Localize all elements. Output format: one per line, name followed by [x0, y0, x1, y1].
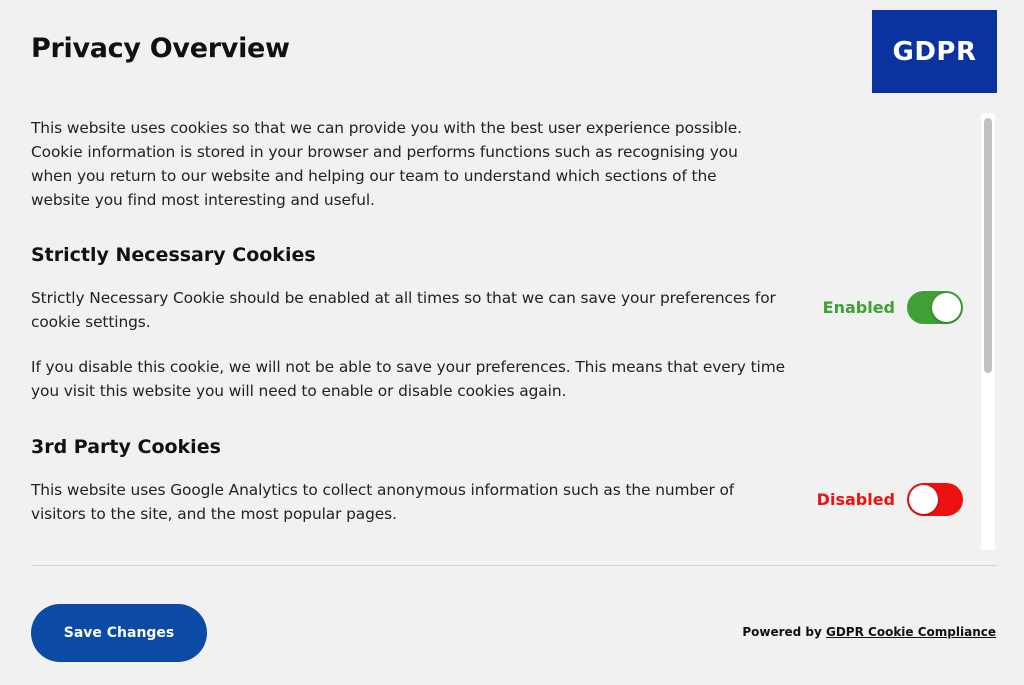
privacy-modal: Privacy Overview GDPR This website uses …	[0, 0, 1024, 685]
toggle-status-label: Disabled	[816, 490, 895, 509]
third-party-toggle[interactable]	[907, 483, 963, 516]
save-changes-button[interactable]: Save Changes	[31, 604, 207, 662]
powered-prefix: Powered by	[742, 625, 822, 639]
section-heading-third-party: 3rd Party Cookies	[31, 436, 221, 458]
toggle-knob	[932, 293, 961, 322]
description-line: visitors to the site, and the most popul…	[31, 505, 397, 523]
strictly-necessary-toggle-group: Enabled	[823, 291, 963, 324]
section-description: Strictly Necessary Cookie should be enab…	[31, 286, 791, 334]
third-party-toggle-group: Disabled	[817, 483, 963, 516]
intro-line: This website uses cookies so that we can…	[31, 119, 742, 137]
description-line: This website uses Google Analytics to co…	[31, 481, 735, 499]
gdpr-logo: GDPR	[872, 10, 997, 93]
extra-line: If you disable this cookie, we will not …	[31, 358, 785, 376]
page-title: Privacy Overview	[31, 33, 290, 64]
scrollbar[interactable]	[981, 113, 995, 550]
intro-line: when you return to our website and helpi…	[31, 167, 717, 185]
intro-line: website you find most interesting and us…	[31, 191, 375, 209]
toggle-knob	[909, 485, 938, 514]
section-heading-strictly-necessary: Strictly Necessary Cookies	[31, 244, 316, 266]
strictly-necessary-toggle[interactable]	[907, 291, 963, 324]
intro-text: This website uses cookies so that we can…	[31, 116, 751, 212]
toggle-status-label: Enabled	[822, 298, 895, 317]
section-extra-text: If you disable this cookie, we will not …	[31, 355, 791, 403]
extra-line: you visit this website you will need to …	[31, 382, 567, 400]
content-panel: This website uses cookies so that we can…	[31, 116, 976, 550]
description-line: Strictly Necessary Cookie should be enab…	[31, 289, 776, 307]
scrollbar-thumb[interactable]	[984, 118, 992, 373]
section-description: This website uses Google Analytics to co…	[31, 478, 791, 526]
gdpr-cookie-compliance-link[interactable]: GDPR Cookie Compliance	[826, 625, 996, 639]
divider	[31, 565, 997, 566]
intro-line: Cookie information is stored in your bro…	[31, 143, 738, 161]
logo-text: GDPR	[892, 36, 977, 67]
description-line: cookie settings.	[31, 313, 151, 331]
powered-by: Powered by GDPR Cookie Compliance	[742, 625, 996, 639]
